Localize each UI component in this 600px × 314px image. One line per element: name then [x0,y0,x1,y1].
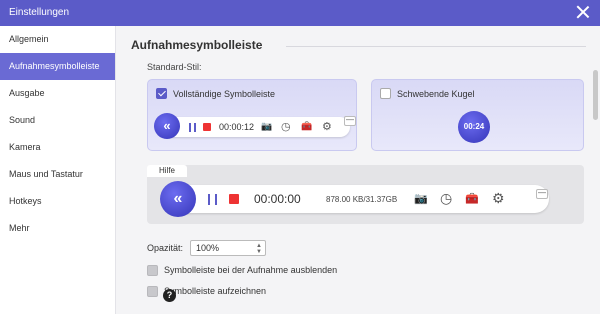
gear-icon: ⚙ [322,121,332,133]
mini-toolbar-preview: « 00:00:12 📷 ◷ 🧰 ⚙ [154,113,350,139]
record-toolbar-checkbox[interactable] [147,286,158,297]
sidebar-item-mehr[interactable]: Mehr [0,215,115,242]
gear-icon: ⚙ [492,190,505,206]
sidebar-item-allgemein[interactable]: Allgemein [0,26,115,53]
opacity-label: Opazität: [147,243,184,253]
file-size-readout: 878.00 KB/31.37GB [326,195,398,204]
heading-divider [286,46,586,47]
full-toolbar-checkbox[interactable] [156,88,167,99]
preview-tab-label: Hilfe [147,165,187,177]
sidebar-item-maus-und-tastatur[interactable]: Maus und Tastatur [0,161,115,188]
scrollbar-thumb[interactable] [593,70,598,120]
opacity-value: 100% [196,243,220,253]
floating-ball-checkbox[interactable] [380,88,391,99]
camera-icon: 📷 [414,193,428,205]
record-toolbar-label: Symbolleiste aufzeichnen [164,286,267,296]
opacity-spinbox[interactable]: 100% ▲ ▼ [190,240,266,256]
help-icon[interactable]: ? [163,289,176,302]
stop-icon [203,123,211,131]
toolbox-icon: 🧰 [465,193,479,205]
preview-timer: 00:00:00 [254,192,301,206]
minimize-icon: — [344,115,356,126]
window-title: Einstellungen [9,7,70,18]
minimize-icon: — [536,188,548,199]
sidebar-item-kamera[interactable]: Kamera [0,134,115,161]
standard-style-label: Standard-Stil: [147,62,202,72]
floating-ball-label: Schwebende Kugel [397,89,475,99]
stop-icon [229,194,239,204]
sidebar-item-ausgabe[interactable]: Ausgabe [0,80,115,107]
spin-down-icon[interactable]: ▼ [256,249,262,255]
hide-toolbar-label: Symbolleiste bei der Aufnahme ausblenden [164,265,338,275]
title-bar: Einstellungen [0,0,600,26]
floating-ball-option-card[interactable]: Schwebende Kugel 00:24 [371,79,584,151]
pause-icon [189,123,196,132]
floating-ball-timer: 00:24 [458,111,490,143]
hide-toolbar-checkbox[interactable] [147,265,158,276]
close-icon[interactable] [576,5,590,19]
settings-content: Aufnahmesymbolleiste Standard-Stil: Voll… [116,26,600,314]
full-toolbar-option-card[interactable]: Vollständige Symbolleiste « 00:00:12 📷 ◷… [147,79,357,151]
sidebar-item-aufnahmesymbolleiste[interactable]: Aufnahmesymbolleiste [0,53,115,80]
full-toolbar-label: Vollständige Symbolleiste [173,89,276,99]
collapse-icon: « [154,113,180,139]
collapse-icon: « [160,181,196,217]
clock-icon: ◷ [440,190,453,206]
clock-icon: ◷ [281,121,291,133]
page-title: Aufnahmesymbolleiste [131,38,263,52]
sidebar-item-sound[interactable]: Sound [0,107,115,134]
sidebar-item-hotkeys[interactable]: Hotkeys [0,188,115,215]
mini-timer: 00:00:12 [219,122,255,132]
toolbar-preview: « 00:00:00 878.00 KB/31.37GB 📷 ◷ 🧰 ⚙ [160,181,549,217]
toolbox-icon: 🧰 [301,121,313,131]
pause-icon [208,194,217,205]
camera-icon: 📷 [261,121,273,131]
sidebar: Allgemein Aufnahmesymbolleiste Ausgabe S… [0,26,116,314]
